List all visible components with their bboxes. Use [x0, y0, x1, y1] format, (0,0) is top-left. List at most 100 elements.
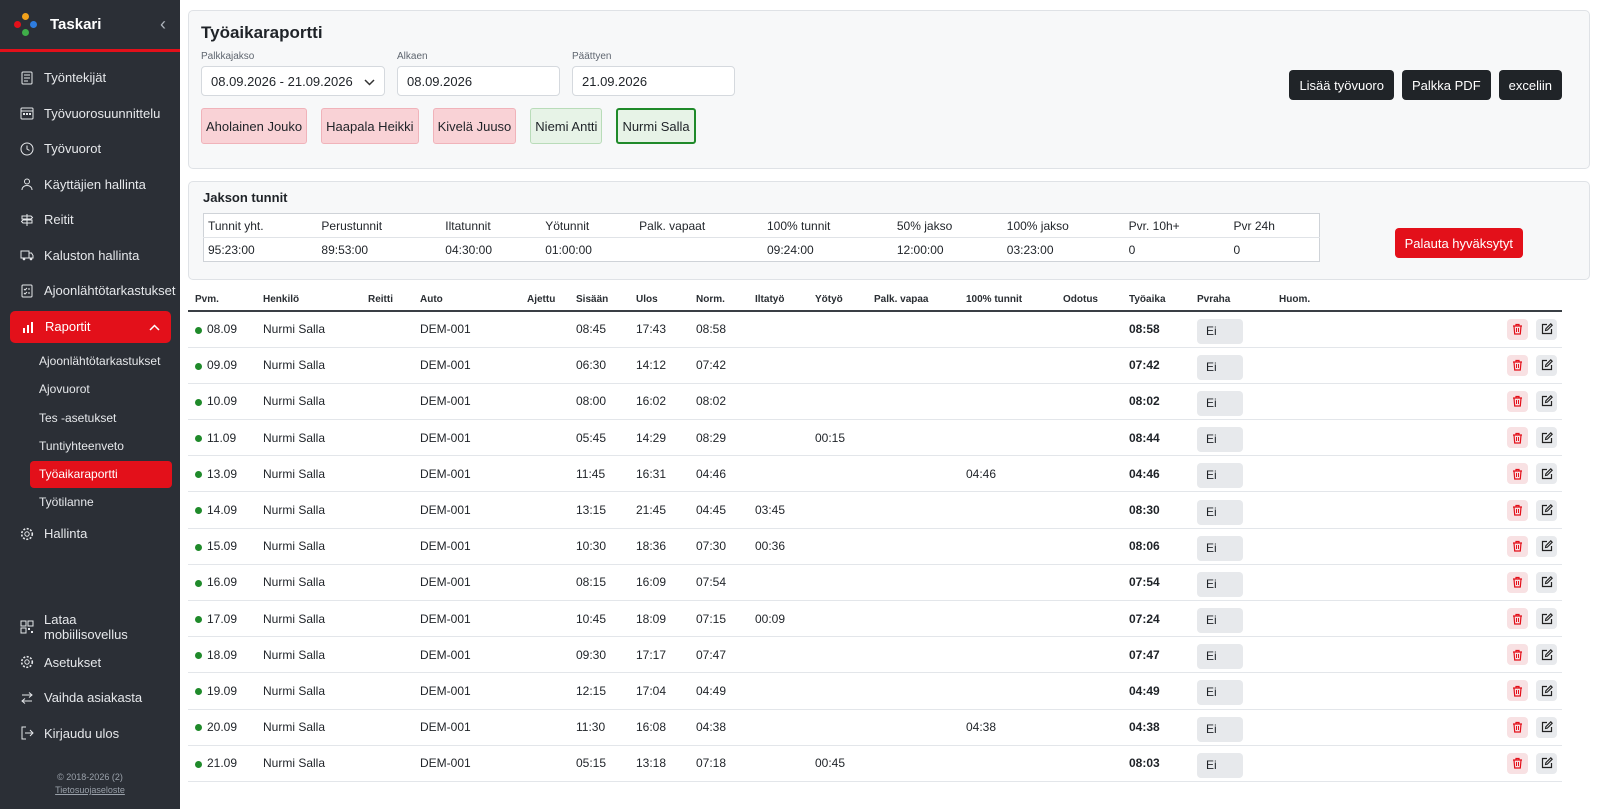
person-chip[interactable]: Aholainen Jouko — [201, 108, 308, 144]
edit-icon[interactable] — [1536, 390, 1557, 412]
per-diem-toggle[interactable]: Ei — [1197, 318, 1243, 344]
sidebar-item-työntekijät[interactable]: Työntekijät — [0, 60, 180, 96]
column-header[interactable]: Yötyö — [815, 288, 874, 312]
column-header[interactable]: Auto — [420, 288, 527, 312]
edit-icon[interactable] — [1536, 644, 1557, 666]
delete-icon[interactable] — [1507, 499, 1528, 521]
sidebar-item-käyttäjien-hallinta[interactable]: Käyttäjien hallinta — [0, 167, 180, 203]
start-date-input[interactable]: 08.09.2026 — [397, 66, 560, 96]
per-diem-toggle[interactable]: Ei — [1197, 390, 1243, 416]
delete-icon[interactable] — [1507, 427, 1528, 449]
column-header[interactable]: Työaika — [1129, 288, 1197, 312]
delete-icon[interactable] — [1507, 608, 1528, 630]
sidebar-item-ajoonlähtötarkastukset[interactable]: Ajoonlähtötarkastukset — [0, 273, 180, 309]
sidebar-item-asetukset[interactable]: Asetukset — [0, 645, 180, 681]
person-chip[interactable]: Kivelä Juuso — [432, 108, 517, 144]
privacy-policy-link[interactable]: Tietosuojaseloste — [0, 784, 180, 797]
table-row[interactable]: 15.09 Nurmi Salla DEM-001 10:30 18:36 07:30 00… — [188, 528, 1562, 565]
sidebar-subitem-tes-asetukset[interactable]: Tes -asetukset — [0, 404, 180, 433]
table-row[interactable]: 21.09 Nurmi Salla DEM-001 05:15 13:18 07:18 00… — [188, 745, 1562, 782]
delete-icon[interactable] — [1507, 535, 1528, 557]
edit-icon[interactable] — [1536, 752, 1557, 774]
sidebar-subitem-ajoonlähtötarkastukset[interactable]: Ajoonlähtötarkastukset — [0, 347, 180, 376]
table-row[interactable]: 18.09 Nurmi Salla DEM-001 09:30 17:17 07:47 07… — [188, 636, 1562, 674]
per-diem-toggle[interactable]: Ei — [1197, 463, 1243, 489]
column-header[interactable]: Henkilö — [263, 288, 368, 312]
per-diem-toggle[interactable]: Ei — [1197, 752, 1243, 778]
pay-pdf-button[interactable]: Palkka PDF — [1402, 70, 1491, 100]
sidebar-item-kaluston-hallinta[interactable]: Kaluston hallinta — [0, 238, 180, 274]
per-diem-toggle[interactable]: Ei — [1197, 644, 1243, 670]
person-chip[interactable]: Haapala Heikki — [321, 108, 419, 144]
edit-icon[interactable] — [1536, 427, 1557, 449]
per-diem-toggle[interactable]: Ei — [1197, 680, 1243, 706]
table-row[interactable]: 11.09 Nurmi Salla DEM-001 05:45 14:29 08:29 00… — [188, 419, 1562, 457]
per-diem-toggle[interactable]: Ei — [1197, 716, 1243, 742]
column-header[interactable]: Reitti — [368, 288, 420, 312]
delete-icon[interactable] — [1507, 354, 1528, 376]
column-header[interactable]: Ulos — [636, 288, 696, 312]
per-diem-toggle[interactable]: Ei — [1197, 535, 1243, 561]
delete-icon[interactable] — [1507, 644, 1528, 666]
sidebar-item-lataa-mobiilisovellus[interactable]: Lataa mobiilisovellus — [0, 609, 180, 645]
delete-icon[interactable] — [1507, 463, 1528, 485]
delete-icon[interactable] — [1507, 390, 1528, 412]
delete-icon[interactable] — [1507, 716, 1528, 738]
column-header[interactable]: Norm. — [696, 288, 755, 312]
table-row[interactable]: 10.09 Nurmi Salla DEM-001 08:00 16:02 08:02 08… — [188, 383, 1562, 421]
delete-icon[interactable] — [1507, 318, 1528, 340]
edit-icon[interactable] — [1536, 716, 1557, 738]
delete-icon[interactable] — [1507, 571, 1528, 593]
period-select[interactable]: 08.09.2026 - 21.09.2026 — [201, 66, 385, 96]
edit-icon[interactable] — [1536, 463, 1557, 485]
table-row[interactable]: 13.09 Nurmi Salla DEM-001 11:45 16:31 04:46 04… — [188, 455, 1562, 493]
sidebar-item-reitit[interactable]: Reitit — [0, 202, 180, 238]
per-diem-toggle[interactable]: Ei — [1197, 427, 1243, 453]
per-diem-toggle[interactable]: Ei — [1197, 499, 1243, 525]
sidebar-item-työvuorosuunnittelu[interactable]: Työvuorosuunnittelu — [0, 96, 180, 132]
delete-icon[interactable] — [1507, 752, 1528, 774]
column-header[interactable]: 100% tunnit — [966, 288, 1063, 312]
table-row[interactable]: 14.09 Nurmi Salla DEM-001 13:15 21:45 04:45 03… — [188, 491, 1562, 529]
sidebar-item-hallinta[interactable]: Hallinta — [0, 516, 180, 552]
column-header[interactable]: Pvm. — [188, 288, 263, 312]
export-excel-button[interactable]: exceliin — [1498, 70, 1562, 100]
table-row[interactable]: 17.09 Nurmi Salla DEM-001 10:45 18:09 07:15 00… — [188, 600, 1562, 638]
add-shift-button[interactable]: Lisää työvuoro — [1289, 70, 1394, 100]
column-header[interactable]: Pvraha — [1197, 288, 1279, 312]
sidebar-subitem-ajovuorot[interactable]: Ajovuorot — [0, 375, 180, 404]
sidebar-item-raportit[interactable]: Raportit — [10, 310, 171, 343]
sidebar-subitem-työtilanne[interactable]: Työtilanne — [0, 488, 180, 517]
restore-approved-button[interactable]: Palauta hyväksytyt — [1394, 228, 1523, 258]
edit-icon[interactable] — [1536, 680, 1557, 702]
edit-icon[interactable] — [1536, 608, 1557, 630]
per-diem-toggle[interactable]: Ei — [1197, 571, 1243, 597]
delete-icon[interactable] — [1507, 680, 1528, 702]
table-row[interactable]: 09.09 Nurmi Salla DEM-001 06:30 14:12 07:42 07… — [188, 347, 1562, 384]
table-row[interactable]: 16.09 Nurmi Salla DEM-001 08:15 16:09 07:54 07… — [188, 564, 1562, 602]
person-chip[interactable]: Niemi Antti — [530, 108, 603, 144]
edit-icon[interactable] — [1536, 318, 1557, 340]
edit-icon[interactable] — [1536, 499, 1557, 521]
sidebar-item-työvuorot[interactable]: Työvuorot — [0, 131, 180, 167]
per-diem-toggle[interactable]: Ei — [1197, 608, 1243, 634]
sidebar-subitem-työaikaraportti[interactable]: Työaikaraportti — [30, 460, 172, 488]
per-diem-toggle[interactable]: Ei — [1197, 354, 1243, 380]
table-row[interactable]: 08.09 Nurmi Salla DEM-001 08:45 17:43 08:58 08… — [188, 311, 1562, 348]
sidebar-item-kirjaudu-ulos[interactable]: Kirjaudu ulos — [0, 716, 180, 752]
sidebar-subitem-tuntiyhteenveto[interactable]: Tuntiyhteenveto — [0, 432, 180, 461]
column-header[interactable]: Huom. — [1279, 288, 1384, 312]
end-date-input[interactable]: 21.09.2026 — [572, 66, 735, 96]
column-header[interactable]: Sisään — [576, 288, 636, 312]
table-row[interactable]: 19.09 Nurmi Salla DEM-001 12:15 17:04 04:49 04… — [188, 672, 1562, 710]
edit-icon[interactable] — [1536, 571, 1557, 593]
edit-icon[interactable] — [1536, 535, 1557, 557]
column-header[interactable]: Palk. vapaa — [874, 288, 966, 312]
collapse-sidebar-icon[interactable]: ‹ — [160, 14, 166, 35]
edit-icon[interactable] — [1536, 354, 1557, 376]
person-chip[interactable]: Nurmi Salla — [616, 108, 696, 144]
column-header[interactable]: Odotus — [1063, 288, 1129, 312]
column-header[interactable]: Ajettu — [527, 288, 576, 312]
sidebar-item-vaihda-asiakasta[interactable]: Vaihda asiakasta — [0, 680, 180, 716]
table-row[interactable]: 20.09 Nurmi Salla DEM-001 11:30 16:08 04:38 04… — [188, 709, 1562, 746]
